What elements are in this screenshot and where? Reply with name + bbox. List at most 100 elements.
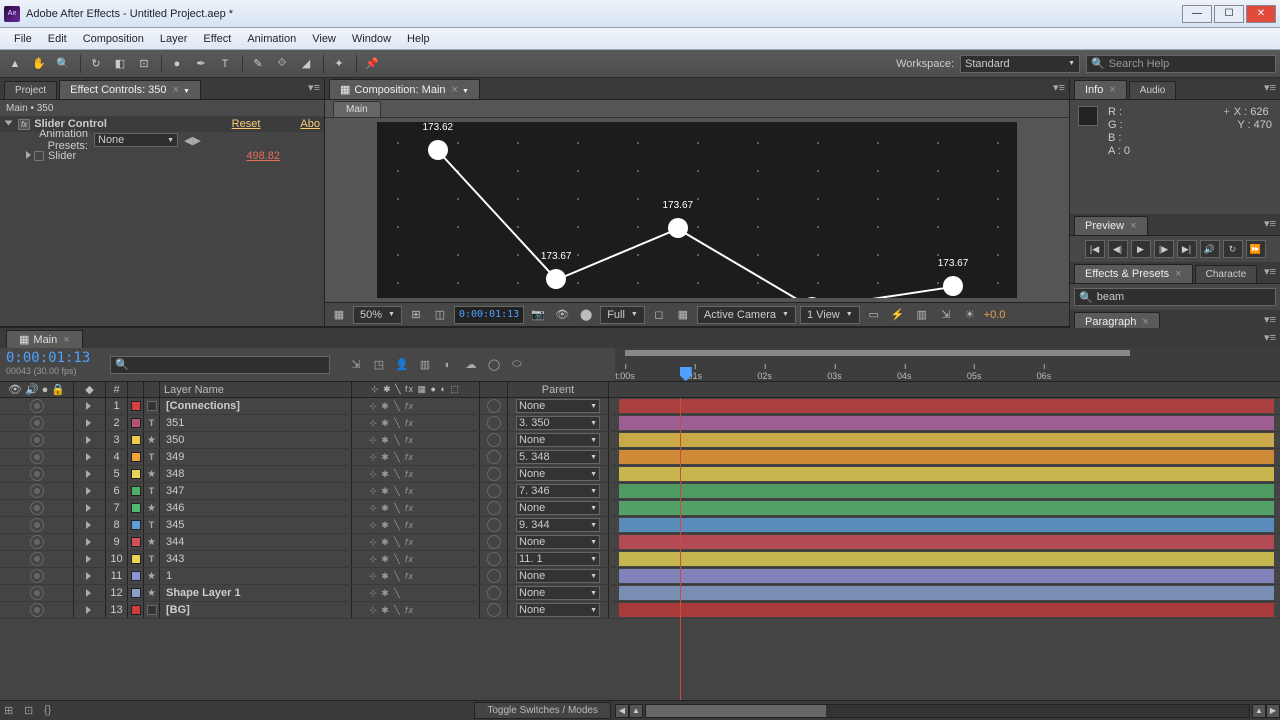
- composition-viewer[interactable]: 173.62173.67173.67173.67173.67: [325, 118, 1069, 302]
- visibility-toggle[interactable]: [30, 467, 44, 481]
- panel-menu-icon[interactable]: ▾≡: [1264, 331, 1276, 344]
- scroll-left-icon[interactable]: ◀: [615, 704, 629, 718]
- layer-row[interactable]: 3 ★ 350 ⊹✱╲fx None▼: [0, 432, 1280, 449]
- motion-blur-icon[interactable]: ◐: [438, 355, 458, 375]
- about-link[interactable]: Abo: [300, 118, 320, 130]
- layer-twirl-icon[interactable]: [86, 453, 91, 461]
- parent-select[interactable]: 3. 350▼: [516, 416, 600, 430]
- parent-select[interactable]: None▼: [516, 399, 600, 413]
- close-tab-icon[interactable]: ×: [173, 84, 179, 96]
- menu-layer[interactable]: Layer: [152, 33, 196, 45]
- prev-frame-button[interactable]: ◀|: [1108, 240, 1128, 258]
- camera-select[interactable]: Active Camera▼: [697, 306, 796, 324]
- layer-name[interactable]: [BG]: [160, 602, 352, 618]
- zoom-tool-icon[interactable]: 🔍: [52, 53, 74, 75]
- work-area-bar[interactable]: [625, 350, 1130, 356]
- panel-menu-icon[interactable]: ▾≡: [1264, 217, 1276, 230]
- duration-bar[interactable]: [619, 450, 1274, 464]
- text-tool-icon[interactable]: T: [214, 53, 236, 75]
- visibility-toggle[interactable]: [30, 518, 44, 532]
- channel-icon[interactable]: ⬤: [576, 306, 596, 324]
- comp-mini-flowchart-icon[interactable]: ⇲: [346, 355, 366, 375]
- lock-column-icon[interactable]: 🔒: [51, 383, 65, 396]
- label-color-swatch[interactable]: [131, 588, 141, 598]
- panel-menu-icon[interactable]: ▾≡: [308, 81, 320, 94]
- panel-menu-icon[interactable]: ▾≡: [1264, 313, 1276, 326]
- parent-select[interactable]: None▼: [516, 467, 600, 481]
- hand-tool-icon[interactable]: ✋: [28, 53, 50, 75]
- layer-switches[interactable]: ⊹✱╲fx: [352, 568, 480, 584]
- minimize-button[interactable]: —: [1182, 5, 1212, 23]
- clone-stamp-tool-icon[interactable]: ⟐: [271, 53, 293, 75]
- duration-bar[interactable]: [619, 552, 1274, 566]
- label-color-swatch[interactable]: [131, 554, 141, 564]
- layer-twirl-icon[interactable]: [86, 606, 91, 614]
- flowchart-icon[interactable]: ⇲: [936, 306, 956, 324]
- pickwhip-icon[interactable]: [487, 399, 501, 413]
- close-button[interactable]: ✕: [1246, 5, 1276, 23]
- layer-name[interactable]: 346: [160, 500, 352, 516]
- duration-bar[interactable]: [619, 535, 1274, 549]
- duration-bar[interactable]: [619, 603, 1274, 617]
- shy-toggle-icon[interactable]: 👤: [392, 355, 412, 375]
- show-snapshot-icon[interactable]: 👁: [552, 306, 572, 324]
- timeline-search-input[interactable]: 🔍: [110, 356, 330, 374]
- visibility-toggle[interactable]: [30, 586, 44, 600]
- layer-row[interactable]: 4 T 349 ⊹✱╲fx 5. 348▼: [0, 449, 1280, 466]
- menu-help[interactable]: Help: [399, 33, 438, 45]
- duration-bar[interactable]: [619, 569, 1274, 583]
- layer-switches[interactable]: ⊹✱╲fx: [352, 449, 480, 465]
- layer-switches[interactable]: ⊹✱╲fx: [352, 500, 480, 516]
- twirl-icon[interactable]: [24, 150, 34, 162]
- reset-link[interactable]: Reset: [232, 118, 261, 130]
- stopwatch-icon[interactable]: [34, 151, 44, 161]
- draft-3d-icon[interactable]: ◳: [369, 355, 389, 375]
- layer-twirl-icon[interactable]: [86, 487, 91, 495]
- pickwhip-icon[interactable]: [487, 518, 501, 532]
- layer-switches[interactable]: ⊹✱╲fx: [352, 415, 480, 431]
- layer-name[interactable]: 345: [160, 517, 352, 533]
- layer-row[interactable]: 13 [BG] ⊹✱╲fx None▼: [0, 602, 1280, 619]
- maximize-button[interactable]: ☐: [1214, 5, 1244, 23]
- rotation-tool-icon[interactable]: ↻: [85, 53, 107, 75]
- duration-bar[interactable]: [619, 586, 1274, 600]
- menu-window[interactable]: Window: [344, 33, 399, 45]
- selection-tool-icon[interactable]: ▲: [4, 53, 26, 75]
- label-color-swatch[interactable]: [131, 537, 141, 547]
- preset-prev-icon[interactable]: ◀: [184, 134, 192, 147]
- layer-twirl-icon[interactable]: [86, 402, 91, 410]
- parent-select[interactable]: None▼: [516, 569, 600, 583]
- pickwhip-icon[interactable]: [487, 552, 501, 566]
- preset-next-icon[interactable]: ▶: [192, 134, 200, 147]
- roto-tool-icon[interactable]: ✦: [328, 53, 350, 75]
- label-color-swatch[interactable]: [131, 401, 141, 411]
- label-color-swatch[interactable]: [131, 435, 141, 445]
- layer-name[interactable]: [Connections]: [160, 398, 352, 414]
- menu-view[interactable]: View: [304, 33, 344, 45]
- layer-twirl-icon[interactable]: [86, 504, 91, 512]
- layer-name[interactable]: 349: [160, 449, 352, 465]
- layer-row[interactable]: 12 ★ Shape Layer 1 ⊹✱╲ None▼: [0, 585, 1280, 602]
- menu-effect[interactable]: Effect: [195, 33, 239, 45]
- label-color-swatch[interactable]: [131, 605, 141, 615]
- transparency-grid-icon[interactable]: ▦: [673, 306, 693, 324]
- tab-info[interactable]: Info×: [1074, 80, 1127, 99]
- pickwhip-icon[interactable]: [487, 433, 501, 447]
- exposure-value[interactable]: +0.0: [984, 309, 1006, 321]
- timeline-scrollbar[interactable]: [645, 704, 1250, 718]
- switches-column-header[interactable]: ⊹ ✱ ╲ fx ▦ ● ◐ ⬚: [352, 382, 480, 397]
- auto-keyframe-icon[interactable]: ◯: [484, 355, 504, 375]
- layer-row[interactable]: 11 ★ 1 ⊹✱╲fx None▼: [0, 568, 1280, 585]
- tab-effect-controls[interactable]: Effect Controls: 350×▼: [59, 80, 201, 99]
- visibility-toggle[interactable]: [30, 416, 44, 430]
- duration-bar[interactable]: [619, 484, 1274, 498]
- duration-bar[interactable]: [619, 433, 1274, 447]
- label-color-swatch[interactable]: [131, 520, 141, 530]
- menu-animation[interactable]: Animation: [239, 33, 304, 45]
- menu-edit[interactable]: Edit: [40, 33, 75, 45]
- tab-effects-presets[interactable]: Effects & Presets×: [1074, 264, 1193, 283]
- label-color-swatch[interactable]: [131, 503, 141, 513]
- first-frame-button[interactable]: |◀: [1085, 240, 1105, 258]
- layer-row[interactable]: 5 ★ 348 ⊹✱╲fx None▼: [0, 466, 1280, 483]
- resolution-grid-icon[interactable]: ⊞: [406, 306, 426, 324]
